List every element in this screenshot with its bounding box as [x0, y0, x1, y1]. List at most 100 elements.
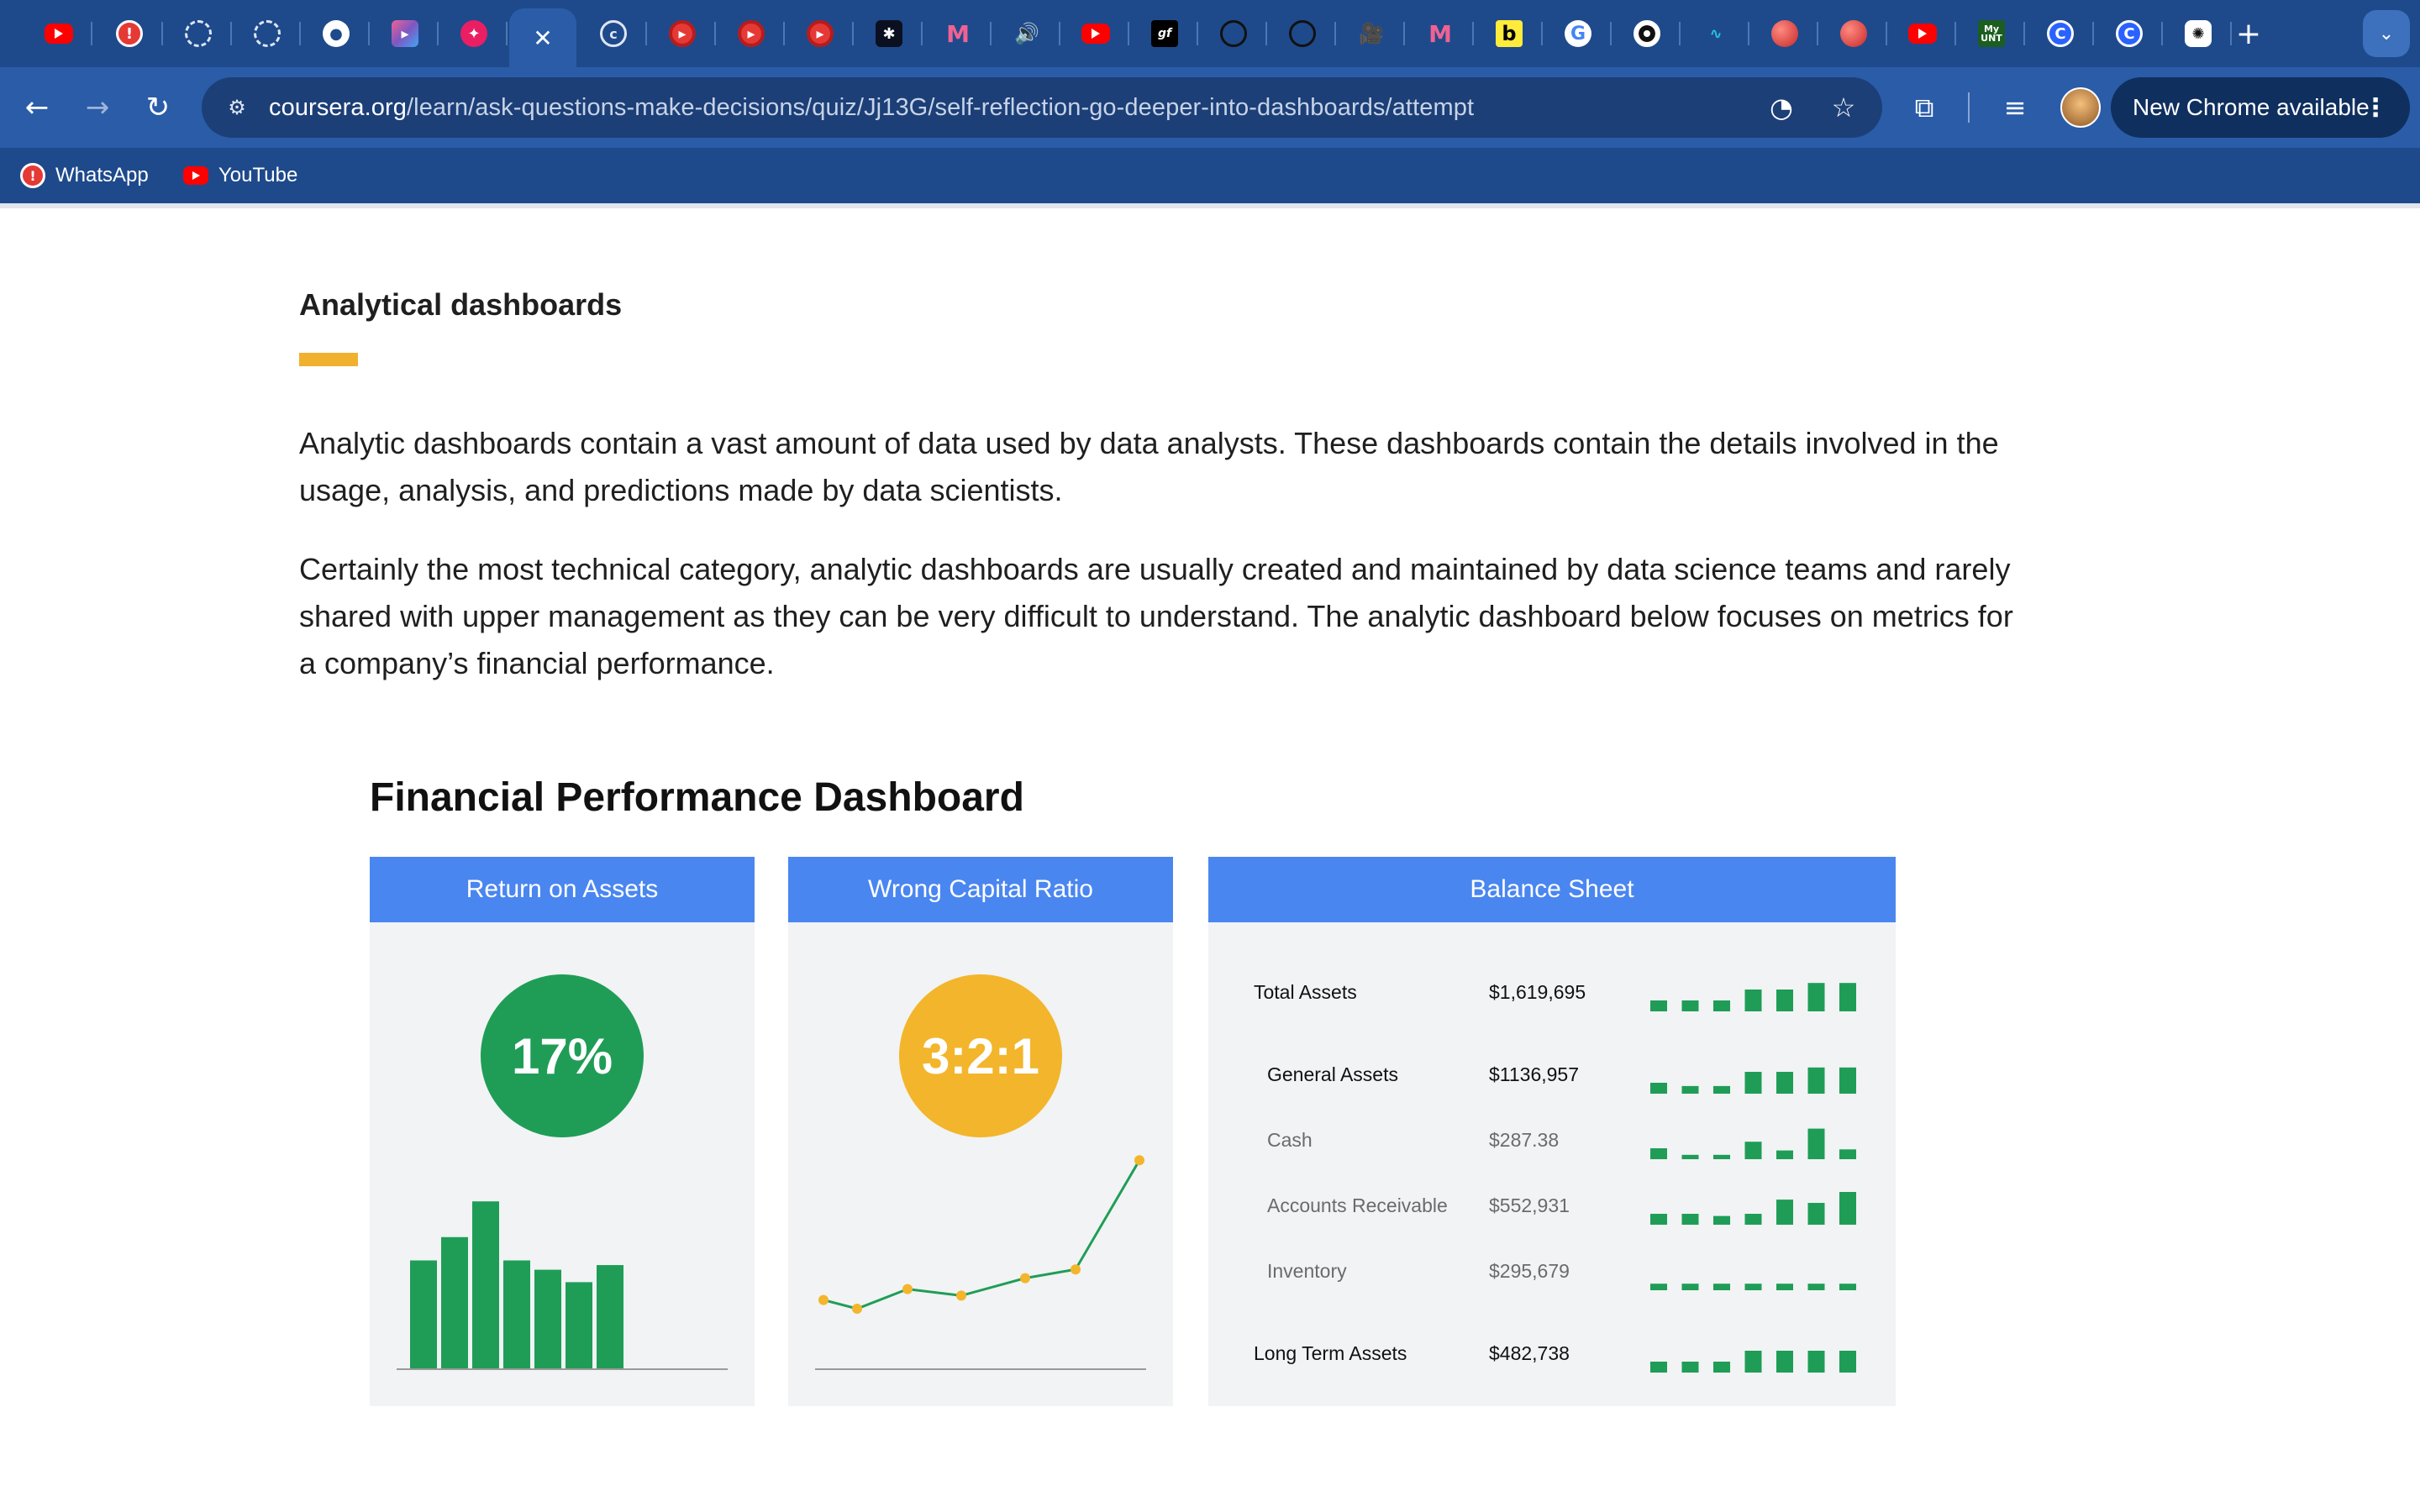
bookmark-youtube[interactable]: YouTube [183, 160, 297, 192]
red-ball-icon [1771, 20, 1798, 47]
browser-tab[interactable]: C [2096, 10, 2163, 57]
browser-tab[interactable]: My UNT [1958, 10, 2025, 57]
browser-tab[interactable] [1200, 10, 1267, 57]
browser-tab[interactable]: ● [302, 10, 370, 57]
target-icon [1634, 20, 1660, 47]
browser-tab[interactable]: C [2027, 10, 2094, 57]
browser-tab[interactable]: b [1476, 10, 1543, 57]
browser-tab[interactable]: ✦ [440, 10, 508, 57]
close-icon[interactable]: ✕ [533, 24, 552, 52]
browser-tab[interactable]: ✕ [509, 8, 576, 67]
tab-search-button[interactable]: ⌄ [2363, 10, 2410, 57]
spark-bar [1807, 1203, 1825, 1225]
spark-bar [1681, 1085, 1699, 1094]
tab-separator [437, 22, 439, 45]
browser-tab[interactable] [1889, 10, 1956, 57]
spark-bar [1776, 1072, 1793, 1094]
url-host: coursera.org [269, 93, 407, 121]
balance-sheet-row: General Assets $1136,957 [1208, 1063, 1896, 1097]
profile-avatar[interactable] [2060, 87, 2101, 128]
spark-bar [1713, 1215, 1730, 1225]
browser-tab[interactable]: ▸ [718, 10, 785, 57]
browser-tab[interactable]: M [1407, 10, 1474, 57]
spark-bar [1807, 1067, 1825, 1094]
performance-icon[interactable]: ◔ [1763, 89, 1800, 126]
browser-tab[interactable]: ▸ [786, 10, 854, 57]
spark-bar [1839, 983, 1856, 1011]
browser-tab[interactable] [1820, 10, 1887, 57]
browser-tab[interactable]: ✱ [855, 10, 923, 57]
browser-tab[interactable]: ! [96, 10, 163, 57]
browser-tab[interactable]: ✺ [2165, 10, 2232, 57]
tab-separator [645, 22, 647, 45]
spark-bar [1713, 1362, 1730, 1373]
row-value: $295,679 [1489, 1260, 1570, 1282]
browser-tab[interactable] [1062, 10, 1129, 57]
extensions-icon[interactable]: ⧉ [1904, 87, 1944, 128]
browser-tab[interactable]: ∿ [1682, 10, 1749, 57]
coursera-icon: c [600, 20, 627, 47]
tab-separator [230, 22, 232, 45]
forward-button[interactable]: → [77, 87, 118, 128]
my-unt-icon: My UNT [1978, 20, 2005, 47]
red-record-icon: ▸ [738, 20, 765, 47]
roa-bar [503, 1260, 530, 1369]
spark-bar [1776, 1200, 1793, 1225]
row-label: Total Assets [1254, 981, 1357, 1003]
row-value: $482,738 [1489, 1342, 1570, 1364]
row-label: General Assets [1267, 1063, 1398, 1085]
bookmark-whatsapp[interactable]: ! WhatsApp [20, 160, 149, 192]
tab-separator [1128, 22, 1129, 45]
new-chrome-available-button[interactable]: New Chrome available ⋮ [2111, 77, 2410, 138]
roa-bar [410, 1260, 437, 1369]
browser-tab[interactable] [25, 10, 92, 57]
site-info-icon[interactable]: ⚙ [220, 91, 254, 124]
wrong-capital-ratio-panel: Wrong Capital Ratio 3:2:1 [788, 857, 1173, 1406]
wcr-point [852, 1304, 862, 1314]
address-bar[interactable]: ⚙ coursera.org/learn/ask-questions-make-… [202, 77, 1882, 138]
tab-separator [1679, 22, 1681, 45]
spark-bar [1807, 1128, 1825, 1159]
browser-tab[interactable]: G [1544, 10, 1612, 57]
url-text[interactable]: coursera.org/learn/ask-questions-make-de… [269, 94, 1474, 122]
spark-bar [1681, 1000, 1699, 1011]
browser-tab[interactable]: 🎥 [1338, 10, 1405, 57]
browser-tab[interactable]: gf [1131, 10, 1198, 57]
browser-tab[interactable] [234, 10, 301, 57]
bookmarks-bar: ! WhatsApp YouTube [0, 148, 2420, 203]
tab-separator [1403, 22, 1405, 45]
back-button[interactable]: ← [17, 87, 57, 128]
browser-tab[interactable] [1613, 10, 1681, 57]
browser-tab[interactable] [1269, 10, 1336, 57]
wcr-point [1134, 1155, 1144, 1166]
reload-button[interactable]: ↻ [138, 87, 178, 128]
audio-playing-icon: 🔊 [1014, 22, 1039, 45]
wcr-point [818, 1294, 829, 1305]
media-controls-icon[interactable]: ≡ [1995, 87, 2035, 128]
browser-tab[interactable]: M [924, 10, 992, 57]
browser-tab[interactable]: ▸ [371, 10, 439, 57]
browser-tab[interactable]: c [580, 10, 647, 57]
spark-bar [1681, 1362, 1699, 1373]
loading-icon [185, 20, 212, 47]
browser-tab[interactable] [165, 10, 232, 57]
tab-separator [921, 22, 923, 45]
browser-tab[interactable] [1751, 10, 1818, 57]
spark-bar [1776, 990, 1793, 1011]
new-tab-button[interactable]: + [2228, 13, 2269, 54]
youtube-icon [1908, 24, 1937, 44]
bookmark-star-icon[interactable]: ☆ [1825, 89, 1862, 126]
spark-bar [1650, 1284, 1667, 1290]
browser-tab[interactable]: 🔊 [993, 10, 1060, 57]
spark-bar [1807, 1351, 1825, 1373]
pink-app-icon: ✦ [460, 20, 487, 47]
spark-bar [1807, 983, 1825, 1011]
roa-bar [566, 1282, 592, 1369]
wcr-point [902, 1284, 913, 1294]
spark-bar [1839, 1192, 1856, 1225]
tab-separator [852, 22, 854, 45]
browser-tab[interactable]: ▸ [649, 10, 716, 57]
more-menu-icon: ⋮ [2363, 93, 2388, 122]
m-logo-icon: M [946, 19, 970, 48]
wcr-line-chart [815, 1155, 1146, 1370]
